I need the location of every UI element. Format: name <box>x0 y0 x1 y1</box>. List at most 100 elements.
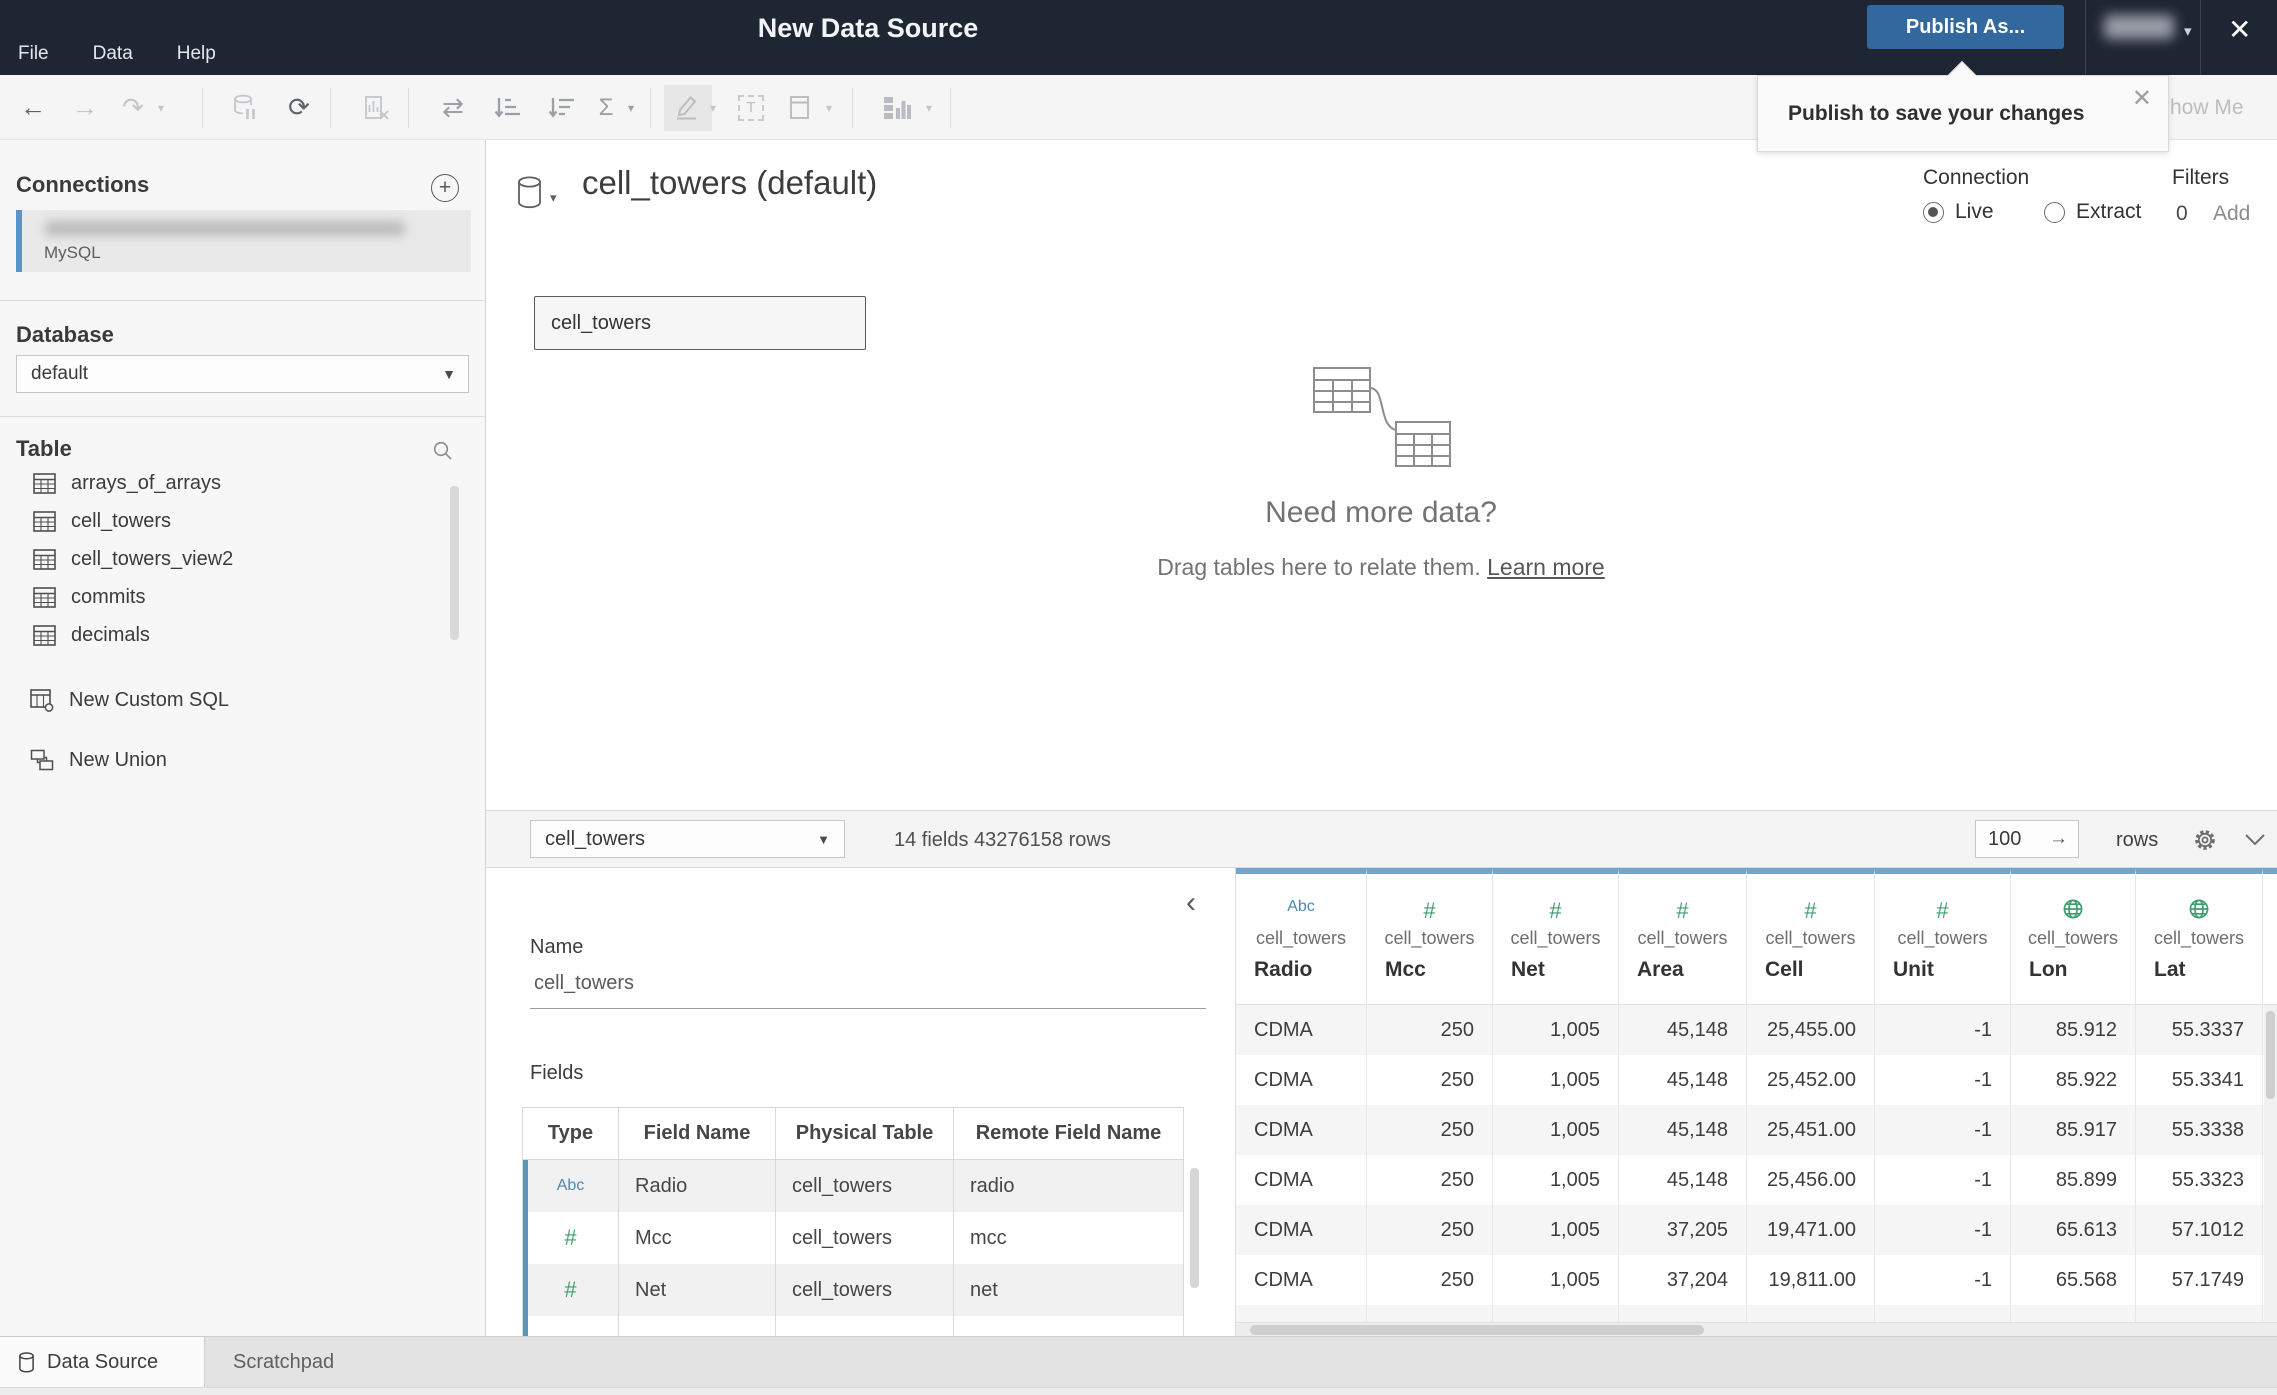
back-icon[interactable]: ← <box>10 75 56 140</box>
sort-descending-icon[interactable] <box>536 75 586 140</box>
fields-scrollbar-thumb[interactable] <box>1190 1168 1199 1288</box>
learn-more-link[interactable]: Learn more <box>1487 554 1605 580</box>
search-tables-icon[interactable] <box>432 440 454 467</box>
grid-header-row: Abc cell_towers Radio # cell_towers Mcc # cell_… <box>1236 868 2277 1005</box>
account-name-blurred[interactable] <box>2104 15 2174 39</box>
totals-caret-icon[interactable]: ▾ <box>628 75 634 140</box>
grid-column-header-clipped <box>2263 868 2277 1005</box>
fit-view-icon[interactable] <box>782 75 822 140</box>
redo-caret-icon[interactable]: ▾ <box>158 75 164 140</box>
menu-file[interactable]: File <box>18 43 49 65</box>
table-item-cell_towers[interactable]: cell_towers <box>0 502 486 540</box>
new-union-button[interactable]: New Union <box>0 740 167 780</box>
grid-column-header-Cell[interactable]: # cell_towers Cell <box>1747 868 1875 1005</box>
tooltip-close-icon[interactable]: ✕ <box>2132 84 2152 113</box>
grid-column-header-Lat[interactable]: cell_towers Lat <box>2136 868 2263 1005</box>
grid-cell: -1 <box>1875 1155 2011 1205</box>
fields-header-row: Type Field Name Physical Table Remote Field… <box>523 1108 1183 1160</box>
field-cell: Abc <box>523 1160 619 1212</box>
grid-row[interactable]: CDMA 250 1,005 45,148 25,451.00 -1 85.917 55.33… <box>1236 1105 2277 1155</box>
field-cell: mcc <box>970 1226 1007 1249</box>
menu-data[interactable]: Data <box>93 43 133 65</box>
field-row-Net[interactable]: # Net cell_towers net <box>523 1264 1183 1316</box>
field-row-Radio[interactable]: Abc Radio cell_towers radio <box>523 1160 1183 1212</box>
swap-rows-columns-icon[interactable]: ⇄ <box>428 75 478 140</box>
sidebar-scrollbar-thumb[interactable] <box>450 486 459 640</box>
publish-tooltip: Publish to save your changes ✕ <box>1757 60 2169 152</box>
highlight-caret-icon[interactable]: ▾ <box>710 75 716 140</box>
fields-rows-summary: 14 fields 43276158 rows <box>894 828 1111 851</box>
table-item-decimals[interactable]: decimals <box>0 616 486 654</box>
connection-item[interactable]: MySQL <box>16 210 471 272</box>
preview-table-select[interactable]: cell_towers ▼ <box>530 820 845 858</box>
grid-cell: 45,148 <box>1619 1105 1747 1155</box>
grid-horizontal-scrollbar[interactable] <box>1236 1322 2277 1336</box>
close-window-icon[interactable]: ✕ <box>2228 13 2251 46</box>
apply-row-limit-icon[interactable]: → <box>2049 828 2068 850</box>
connection-live-radio[interactable]: Live <box>1923 200 1994 224</box>
connection-extract-radio[interactable]: Extract <box>2044 200 2141 224</box>
gear-icon[interactable] <box>2192 827 2218 858</box>
fit-view-caret-icon[interactable]: ▾ <box>826 75 832 140</box>
grid-vertical-scrollbar-thumb[interactable] <box>2266 1011 2275 1099</box>
grid-column-header-Radio[interactable]: Abc cell_towers Radio <box>1236 868 1367 1005</box>
totals-sigma-icon[interactable]: Σ <box>586 75 626 140</box>
grid-row[interactable]: CDMA 250 1,005 45,148 25,452.00 -1 85.922 55.33… <box>1236 1055 2277 1105</box>
refresh-data-icon[interactable]: ⟳ <box>276 75 322 140</box>
add-connection-icon[interactable]: + <box>431 174 459 202</box>
row-limit-input[interactable]: 100 → <box>1975 820 2079 858</box>
grid-row[interactable]: CDMA 250 1,005 45,148 25,455.00 -1 85.912 55.33… <box>1236 1005 2277 1055</box>
filters-add-link[interactable]: Add <box>2213 202 2250 226</box>
new-custom-sql-button[interactable]: New Custom SQL <box>0 680 229 720</box>
database-select[interactable]: default ▼ <box>16 355 469 393</box>
grid-cell: 45,148 <box>1619 1005 1747 1055</box>
highlight-icon[interactable] <box>666 75 706 140</box>
account-caret-icon[interactable]: ▾ <box>2184 22 2192 40</box>
pause-auto-updates-icon[interactable] <box>222 75 268 140</box>
table-node-cell-towers[interactable]: cell_towers <box>534 296 866 350</box>
grid-column-header-Unit[interactable]: # cell_towers Unit <box>1875 868 2011 1005</box>
grid-horizontal-scrollbar-thumb[interactable] <box>1250 1325 1704 1335</box>
grid-cell: CDMA <box>1236 1055 1367 1105</box>
grid-column-header-Mcc[interactable]: # cell_towers Mcc <box>1367 868 1493 1005</box>
radio-unselected-icon[interactable] <box>2044 201 2065 223</box>
grid-cell: CDMA <box>1236 1255 1367 1305</box>
table-item-arrays_of_arrays[interactable]: arrays_of_arrays <box>0 464 486 502</box>
name-input[interactable]: cell_towers <box>534 972 634 995</box>
show-me-panel-icon[interactable] <box>872 75 924 140</box>
table-item-commits[interactable]: commits <box>0 578 486 616</box>
sort-ascending-icon[interactable] <box>482 75 532 140</box>
grid-row[interactable]: CDMA 250 1,005 37,204 19,811.00 -1 65.568 57.17… <box>1236 1255 2277 1305</box>
show-me-caret-icon[interactable]: ▾ <box>926 75 932 140</box>
radio-selected-icon[interactable] <box>1923 201 1944 223</box>
forward-icon[interactable]: → <box>62 75 108 140</box>
grid-column-header-Net[interactable]: # cell_towers Net <box>1493 868 1619 1005</box>
grid-vertical-scrollbar[interactable] <box>2264 1005 2277 1322</box>
publish-as-button[interactable]: Publish As... <box>1867 5 2064 49</box>
field-row-Mcc[interactable]: # Mcc cell_towers mcc <box>523 1212 1183 1264</box>
menu-help[interactable]: Help <box>177 43 216 65</box>
grid-column-header-Lon[interactable]: cell_towers Lon <box>2011 868 2136 1005</box>
rows-label: rows <box>2116 828 2159 851</box>
tab-data-source[interactable]: Data Source <box>0 1337 205 1388</box>
fields-label: Fields <box>530 1062 584 1084</box>
text-annotation-icon[interactable]: T <box>728 75 774 140</box>
grid-row[interactable]: CDMA 250 1,005 37,205 19,471.00 -1 65.613 57.10… <box>1236 1205 2277 1255</box>
field-cell: # <box>523 1264 619 1316</box>
grid-column-header-Area[interactable]: # cell_towers Area <box>1619 868 1747 1005</box>
collapse-panel-icon[interactable]: ‹ <box>1186 886 1196 920</box>
tab-scratchpad[interactable]: Scratchpad <box>205 1337 555 1388</box>
redo-icon[interactable]: ↷ <box>112 75 154 140</box>
datasource-cylinder-icon[interactable] <box>516 176 543 214</box>
table-item-cell_towers_view2[interactable]: cell_towers_view2 <box>0 540 486 578</box>
grid-cell: CDMA <box>1236 1105 1367 1155</box>
clear-sheet-icon[interactable] <box>352 75 402 140</box>
database-selected-value: default <box>31 363 89 384</box>
grid-cell: 45,148 <box>1619 1155 1747 1205</box>
datasource-caret-icon[interactable]: ▾ <box>550 190 557 206</box>
grid-row[interactable]: CDMA 250 1,005 45,148 25,456.00 -1 85.899 55.33… <box>1236 1155 2277 1205</box>
collapse-preview-chevron-icon[interactable] <box>2244 833 2266 851</box>
grid-cell: 25,452.00 <box>1747 1055 1875 1105</box>
datasource-title: cell_towers (default) <box>582 164 878 201</box>
show-me-label[interactable]: Show Me <box>2156 75 2244 140</box>
